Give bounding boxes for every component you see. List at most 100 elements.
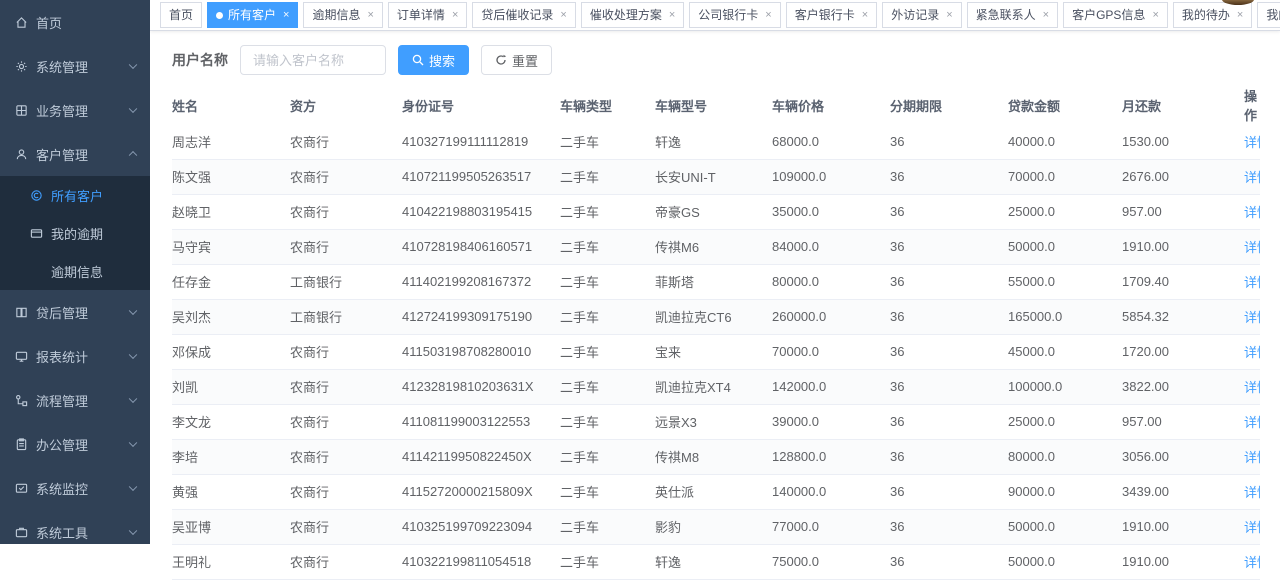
table-row: 李文龙农商行411081199003122553二手车远景X339000.036… [172, 404, 1260, 439]
sidebar-item-label: 系统监控 [36, 479, 88, 498]
sidebar-item-all-customers[interactable]: 所有客户 [0, 176, 150, 214]
tab-label: 我的流程 [1266, 3, 1280, 27]
sidebar-item-customer[interactable]: 客户管理 [0, 132, 150, 176]
table-cell: 农商行 [290, 439, 402, 474]
table-cell: 1910.00 [1122, 509, 1244, 544]
detail-link[interactable]: 详情 [1244, 310, 1260, 325]
close-icon[interactable]: × [452, 10, 458, 21]
chevron-down-icon [129, 439, 137, 447]
close-icon[interactable]: × [1043, 10, 1049, 21]
tab-公司银行卡[interactable]: 公司银行卡× [689, 2, 780, 28]
table-row: 刘凯农商行41232819810203631X二手车凯迪拉克XT4142000.… [172, 369, 1260, 404]
table-row: 赵晓卫农商行410422198803195415二手车帝豪GS35000.036… [172, 194, 1260, 229]
table-cell: 传祺M8 [655, 439, 772, 474]
table-cell: 传祺M6 [655, 229, 772, 264]
detail-link[interactable]: 详情 [1244, 345, 1260, 360]
detail-link[interactable]: 详情 [1244, 275, 1260, 290]
tab-所有客户[interactable]: 所有客户× [207, 2, 298, 28]
customer-name-input[interactable] [240, 45, 386, 75]
tab-贷后催收记录[interactable]: 贷后催收记录× [472, 2, 575, 28]
tab-订单详情[interactable]: 订单详情× [388, 2, 467, 28]
table-cell: 工商银行 [290, 264, 402, 299]
search-button[interactable]: 搜索 [398, 45, 469, 75]
table-cell: 轩逸 [655, 544, 772, 579]
table-cell: 957.00 [1122, 404, 1244, 439]
monitor-icon [14, 349, 28, 363]
table-cell: 260000.0 [772, 299, 890, 334]
tab-逾期信息[interactable]: 逾期信息× [303, 2, 382, 28]
close-icon[interactable]: × [862, 10, 868, 21]
detail-link[interactable]: 详情 [1244, 485, 1260, 500]
table-cell: 二手车 [560, 334, 655, 369]
tab-紧急联系人[interactable]: 紧急联系人× [967, 2, 1058, 28]
table-cell-actions: 详情 [1244, 264, 1260, 299]
sidebar-item-business[interactable]: 业务管理 [0, 88, 150, 132]
detail-link[interactable]: 详情 [1244, 520, 1260, 535]
close-icon[interactable]: × [560, 10, 566, 21]
sidebar-item-system[interactable]: 系统管理 [0, 44, 150, 88]
table-cell: 农商行 [290, 194, 402, 229]
chevron-down-icon [129, 105, 137, 113]
tab-客户银行卡[interactable]: 客户银行卡× [786, 2, 877, 28]
table-row: 吴刘杰工商银行412724199309175190二手车凯迪拉克CT626000… [172, 299, 1260, 334]
table-cell: 39000.0 [772, 404, 890, 439]
sidebar-item-overdue-info[interactable]: 逾期信息 [0, 252, 150, 290]
sidebar-item-loan[interactable]: 贷后管理 [0, 290, 150, 334]
sidebar-item-report[interactable]: 报表统计 [0, 334, 150, 378]
tab-催收处理方案[interactable]: 催收处理方案× [581, 2, 684, 28]
table-cell: 3056.00 [1122, 439, 1244, 474]
sidebar-item-office[interactable]: 办公管理 [0, 422, 150, 466]
detail-link[interactable]: 详情 [1244, 170, 1260, 185]
close-icon[interactable]: × [1152, 10, 1158, 21]
tool-icon [14, 525, 28, 539]
table-cell: 36 [890, 474, 1008, 509]
table-cell: 帝豪GS [655, 194, 772, 229]
close-icon[interactable]: × [283, 10, 289, 21]
table-row: 黄强农商行41152720000215809X二手车英仕派140000.0369… [172, 474, 1260, 509]
detail-link[interactable]: 详情 [1244, 555, 1260, 570]
tabs-view-bar: 首页所有客户×逾期信息×订单详情×贷后催收记录×催收处理方案×公司银行卡×客户银… [150, 0, 1280, 31]
table-cell-actions: 详情 [1244, 509, 1260, 544]
reset-button[interactable]: 重置 [481, 45, 552, 75]
table-cell: 吴刘杰 [172, 299, 290, 334]
detail-link[interactable]: 详情 [1244, 380, 1260, 395]
sidebar-item-process[interactable]: 流程管理 [0, 378, 150, 422]
table-cell: 周志洋 [172, 124, 290, 159]
detail-link[interactable]: 详情 [1244, 135, 1260, 150]
table-cell: 1910.00 [1122, 544, 1244, 579]
close-icon[interactable]: × [1237, 10, 1243, 21]
tab-我的流程[interactable]: 我的流程× [1257, 2, 1280, 28]
detail-link[interactable]: 详情 [1244, 450, 1260, 465]
detail-link[interactable]: 详情 [1244, 240, 1260, 255]
table-cell: 140000.0 [772, 474, 890, 509]
column-header: 姓名 [172, 86, 290, 124]
table-cell: 农商行 [290, 229, 402, 264]
close-icon[interactable]: × [669, 10, 675, 21]
sidebar-item-sysmonitor[interactable]: 系统监控 [0, 466, 150, 510]
sidebar-item-home[interactable]: 首页 [0, 0, 150, 44]
close-icon[interactable]: × [367, 10, 373, 21]
sidebar-item-tools[interactable]: 系统工具 [0, 510, 150, 554]
tab-首页[interactable]: 首页 [160, 2, 202, 28]
sidebar-item-label: 客户管理 [36, 145, 88, 164]
sidebar-item-my-overdue[interactable]: 我的逾期 [0, 214, 150, 252]
close-icon[interactable]: × [765, 10, 771, 21]
detail-link[interactable]: 详情 [1244, 415, 1260, 430]
close-icon[interactable]: × [946, 10, 952, 21]
table-cell: 二手车 [560, 229, 655, 264]
chevron-down-icon [129, 307, 137, 315]
tab-我的待办[interactable]: 我的待办× [1173, 2, 1252, 28]
search-icon [412, 54, 424, 66]
table-cell: 5854.32 [1122, 299, 1244, 334]
table-cell: 二手车 [560, 544, 655, 579]
table-cell: 957.00 [1122, 194, 1244, 229]
table-cell: 84000.0 [772, 229, 890, 264]
table-cell: 36 [890, 299, 1008, 334]
detail-link[interactable]: 详情 [1244, 205, 1260, 220]
table-cell: 二手车 [560, 299, 655, 334]
tab-外访记录[interactable]: 外访记录× [882, 2, 961, 28]
table-cell: 陈文强 [172, 159, 290, 194]
book-icon [14, 305, 28, 319]
tab-客户GPS信息[interactable]: 客户GPS信息× [1063, 2, 1168, 28]
table-cell-actions: 详情 [1244, 404, 1260, 439]
